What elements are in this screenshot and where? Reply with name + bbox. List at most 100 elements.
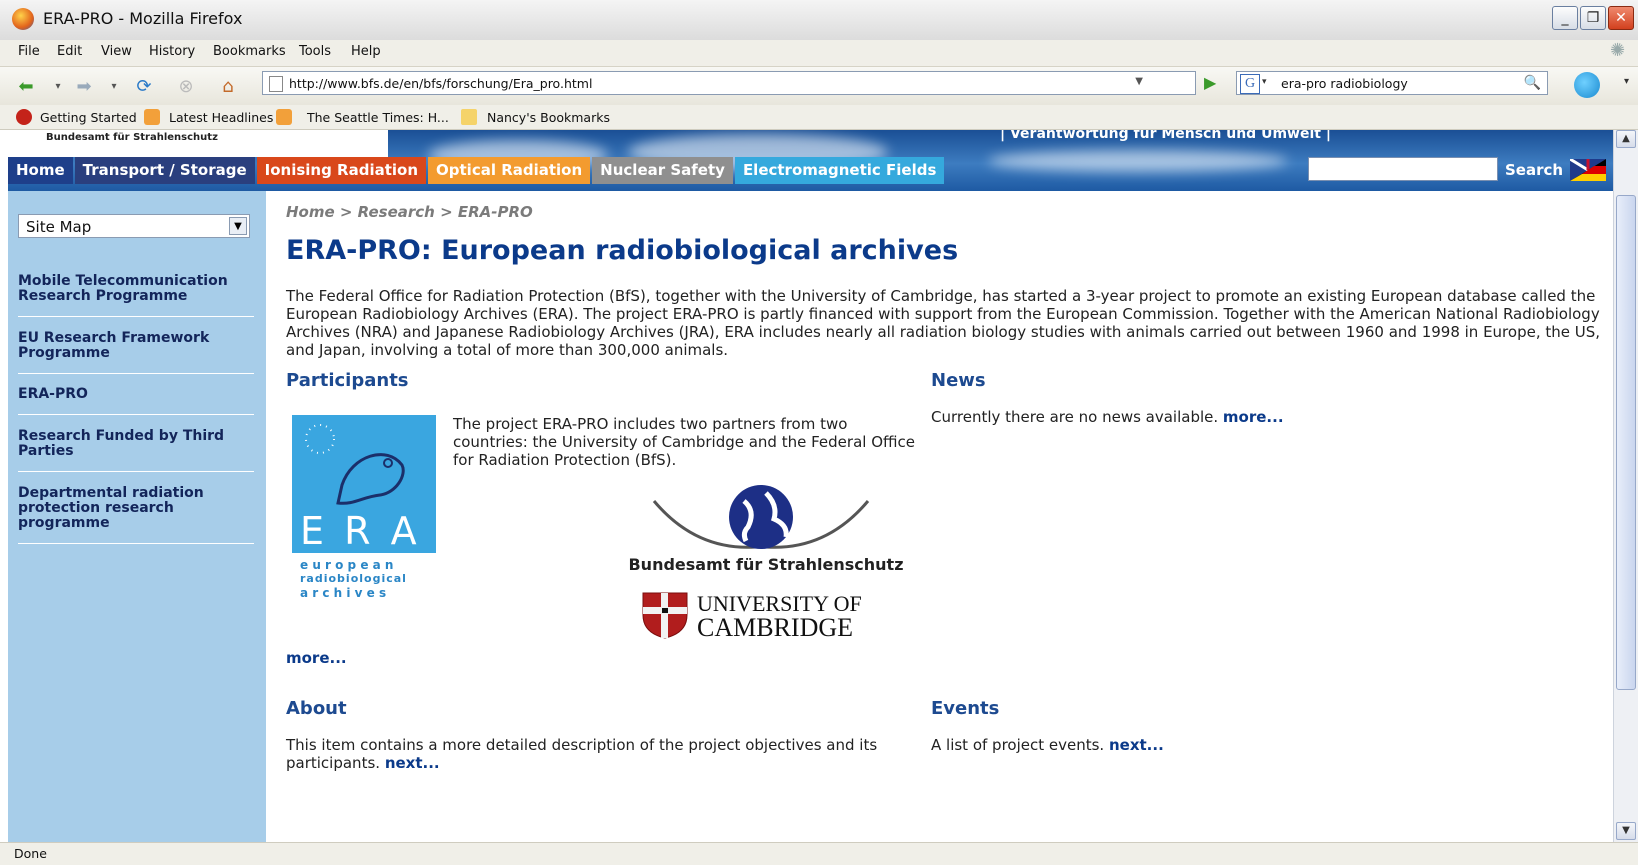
menu-view[interactable]: View (101, 44, 132, 59)
language-flag-icon[interactable] (1570, 159, 1606, 181)
getting-started-icon (16, 109, 32, 125)
minimize-button[interactable]: _ (1552, 6, 1578, 30)
sidebar-item-mobile-telecom[interactable]: Mobile Telecommunication Research Progra… (18, 274, 254, 304)
participants-more-link[interactable]: more... (286, 649, 347, 667)
back-icon[interactable]: ⬅ (12, 73, 40, 101)
tab-ionising-radiation[interactable]: Ionising Radiation (256, 157, 427, 184)
chevron-down-icon[interactable]: ▼ (229, 217, 247, 235)
about-text: This item contains a more detailed descr… (286, 736, 878, 772)
banner-cloud (988, 150, 1288, 172)
events-next-link[interactable]: next... (1109, 736, 1164, 754)
web-page: Bundesamt für Strahlenschutz | Verantwor… (8, 130, 1613, 842)
url-history-dropdown-icon[interactable]: ▼ (1135, 76, 1143, 87)
close-button[interactable]: ✕ (1608, 6, 1634, 30)
menu-file[interactable]: File (18, 44, 40, 59)
address-url[interactable]: http://www.bfs.de/en/bfs/forschung/Era_p… (289, 76, 592, 91)
reload-icon[interactable]: ⟳ (130, 73, 158, 101)
sidebar-divider (18, 373, 254, 374)
stop-icon[interactable]: ⊗ (172, 73, 200, 101)
menu-help[interactable]: Help (351, 44, 381, 59)
bookmark-nancys-bookmarks[interactable]: Nancy's Bookmarks (487, 110, 610, 125)
scroll-thumb[interactable] (1616, 195, 1636, 690)
era-letters: E R A (300, 509, 421, 553)
sidebar-item-third-parties[interactable]: Research Funded by Third Parties (18, 429, 254, 459)
page-icon (269, 76, 283, 92)
tab-optical-radiation[interactable]: Optical Radiation (428, 157, 591, 184)
sidebar: Site Map ▼ Mobile Telecommunication Rese… (8, 191, 266, 842)
back-dropdown-icon[interactable]: ▾ (44, 73, 72, 101)
scroll-up-icon[interactable]: ▲ (1616, 130, 1636, 148)
menu-bookmarks[interactable]: Bookmarks (213, 44, 286, 59)
scroll-down-icon[interactable]: ▼ (1616, 822, 1636, 840)
bfs-logo: Bundesamt für Strahlenschutz (616, 481, 916, 581)
intro-paragraph: The Federal Office for Radiation Protect… (286, 287, 1601, 359)
events-block: A list of project events. next... (931, 736, 1551, 754)
rss-icon (276, 109, 292, 125)
site-banner: Bundesamt für Strahlenschutz | Verantwor… (8, 130, 1613, 191)
tab-transport-storage[interactable]: Transport / Storage (74, 157, 255, 184)
tab-home[interactable]: Home (8, 157, 73, 184)
era-logo: E R A e u r o p e a n radiobiological a … (292, 415, 436, 600)
tab-electromagnetic-fields[interactable]: Electromagnetic Fields (734, 157, 945, 184)
google-engine-icon[interactable]: G (1240, 74, 1260, 94)
era-logo-line2: radiobiological (300, 572, 407, 585)
window-title-bar: ERA-PRO - Mozilla Firefox _ ❐ ✕ (0, 0, 1638, 40)
cambridge-line2: CAMBRIDGE (697, 613, 854, 642)
restore-button[interactable]: ❐ (1580, 6, 1606, 30)
home-icon[interactable]: ⌂ (214, 73, 242, 101)
menu-bar: File Edit View History Bookmarks Tools H… (0, 40, 1638, 67)
cambridge-logo: UNIVERSITY OF CAMBRIDGE (641, 591, 901, 643)
participants-text: The project ERA-PRO includes two partner… (453, 415, 915, 469)
events-heading: Events (931, 698, 1000, 719)
agency-name: Bundesamt für Strahlenschutz (46, 132, 218, 143)
menu-history[interactable]: History (149, 44, 195, 59)
about-heading: About (286, 698, 347, 719)
web-search-box[interactable]: G ▾ era-pro radiobiology 🔍 (1236, 71, 1548, 95)
forward-dropdown-icon[interactable]: ▾ (100, 73, 128, 101)
forward-icon[interactable]: ➡ (70, 73, 98, 101)
tab-nuclear-safety[interactable]: Nuclear Safety (592, 157, 733, 184)
skype-icon[interactable] (1574, 72, 1600, 98)
site-search-button[interactable]: Search (1505, 161, 1563, 179)
events-text: A list of project events. (931, 736, 1105, 754)
engine-dropdown-icon[interactable]: ▾ (1262, 77, 1267, 87)
about-next-link[interactable]: next... (385, 754, 440, 772)
participants-heading: Participants (286, 370, 409, 391)
rss-icon (144, 109, 160, 125)
magnifier-icon[interactable]: 🔍 (1524, 75, 1541, 91)
main-navigation: Home Transport / Storage Ionising Radiat… (8, 157, 946, 184)
status-bar: Done (0, 842, 1638, 865)
skype-dropdown-icon[interactable]: ▾ (1624, 76, 1629, 87)
era-logo-line3: a r c h i v e s (300, 586, 387, 600)
bookmark-latest-headlines[interactable]: Latest Headlines (169, 110, 273, 125)
sidebar-item-departmental[interactable]: Departmental radiation protection resear… (18, 486, 254, 531)
status-text: Done (14, 846, 47, 861)
menu-edit[interactable]: Edit (57, 44, 82, 59)
window-title: ERA-PRO - Mozilla Firefox (43, 9, 243, 28)
bookmarks-toolbar: Getting Started Latest Headlines The Sea… (0, 105, 1638, 130)
address-bar[interactable]: http://www.bfs.de/en/bfs/forschung/Era_p… (262, 71, 1196, 95)
sidebar-item-era-pro[interactable]: ERA-PRO (18, 387, 254, 402)
bfs-logo-text: Bundesamt für Strahlenschutz (628, 555, 904, 574)
menu-tools[interactable]: Tools (299, 44, 331, 59)
web-search-query[interactable]: era-pro radiobiology (1281, 76, 1408, 91)
page-title: ERA-PRO: European radiobiological archiv… (286, 235, 959, 266)
sidebar-item-eu-framework[interactable]: EU Research Framework Programme (18, 331, 254, 361)
site-slogan: | Verantwortung für Mensch und Umwelt | (1000, 130, 1331, 142)
bookmark-getting-started[interactable]: Getting Started (40, 110, 137, 125)
cambridge-shield-icon (642, 592, 688, 639)
sidebar-divider (18, 543, 254, 544)
bookmark-seattle-times[interactable]: The Seattle Times: H... (307, 110, 449, 125)
site-search-input[interactable] (1308, 157, 1498, 181)
news-more-link[interactable]: more... (1223, 408, 1284, 426)
breadcrumb[interactable]: Home > Research > ERA-PRO (286, 203, 533, 221)
throbber-icon: ✺ (1610, 40, 1626, 61)
site-map-dropdown[interactable]: Site Map ▼ (18, 214, 250, 238)
folder-icon (461, 109, 477, 125)
main-content: Home > Research > ERA-PRO ERA-PRO: Europ… (266, 191, 1613, 842)
go-icon[interactable]: ▶ (1204, 73, 1224, 93)
site-map-selected: Site Map (26, 218, 92, 236)
era-logo-box: E R A (292, 415, 436, 553)
vertical-scrollbar[interactable]: ▲ ▼ (1613, 130, 1638, 842)
sidebar-divider (18, 414, 254, 415)
